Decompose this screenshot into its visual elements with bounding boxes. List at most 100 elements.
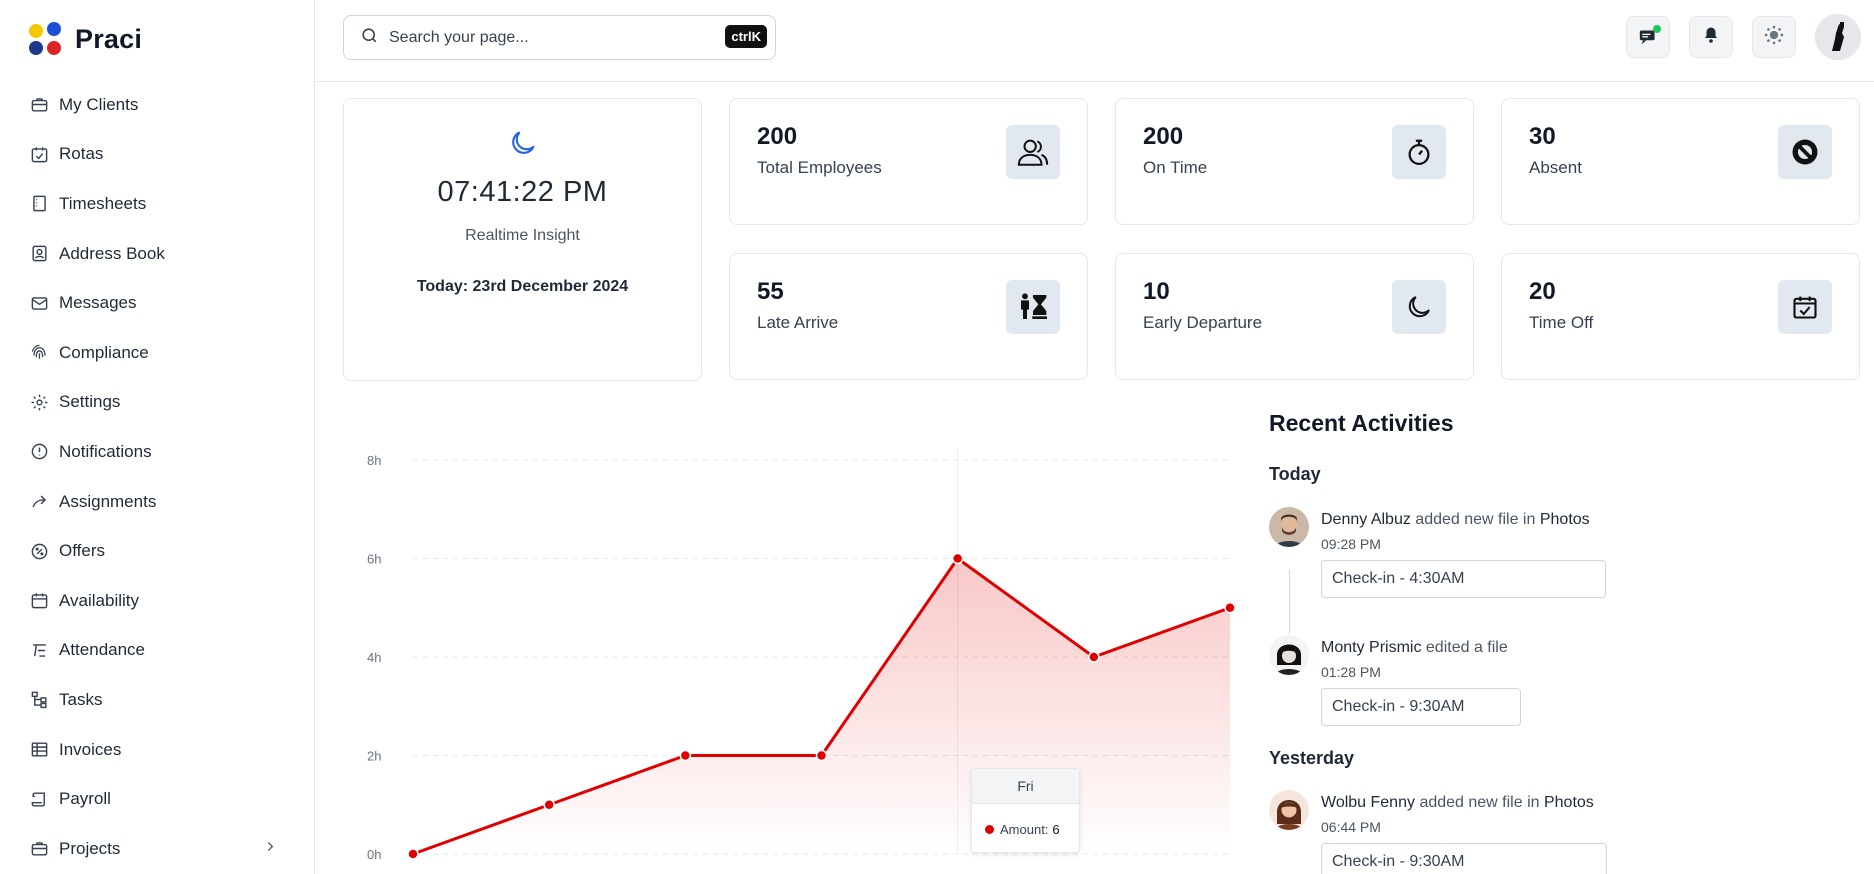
activity-user[interactable]: Denny Albuz [1321,511,1411,528]
stat-label: Time Off [1529,313,1594,332]
stat-label: On Time [1143,158,1208,177]
sidebar-item-notifications[interactable]: Notifications [0,427,315,477]
forward-arrow-icon [29,492,49,512]
activity-action: edited a file [1425,639,1508,656]
sidebar-item-settings[interactable]: Settings [0,378,315,428]
document-icon [29,194,49,214]
sidebar-item-invoices[interactable]: Invoices [0,725,315,775]
realtime-clock-card: 07:41:22 PM Realtime Insight Today: 23rd… [343,98,702,381]
sidebar-item-label: Availability [59,590,140,610]
shortcut-badge: ctrlK [725,25,767,48]
y-tick-label: 0h [367,847,381,862]
moon-icon [1392,280,1446,334]
data-point[interactable] [815,749,828,762]
theme-toggle-button[interactable] [1752,16,1796,58]
clock-time: 07:41:22 PM [437,176,608,208]
sidebar-item-messages[interactable]: Messages [0,278,315,328]
moon-icon [344,127,701,164]
sidebar-item-attendance[interactable]: Attendance [0,626,315,676]
sidebar-nav: My Clients Rotas Timesheets Address Book… [0,80,315,874]
stat-label: Absent [1529,158,1582,177]
stat-value: 20 [1529,278,1556,305]
stat-card-on-time[interactable]: 200 On Time [1115,98,1474,225]
activity-user[interactable]: Wolbu Fenny [1321,794,1415,811]
stat-label: Late Arrive [757,313,839,332]
activity-action: added new file in [1419,794,1540,811]
data-point[interactable] [951,552,964,565]
stat-card-late-arrive[interactable]: 55 Late Arrive [729,253,1088,380]
app-name: Praci [75,23,143,54]
stat-card-time-off[interactable]: 20 Time Off [1501,253,1860,380]
avatar[interactable] [1269,790,1309,830]
activity-chip[interactable]: Check-in - 9:30AM [1321,688,1521,726]
activity-target[interactable]: Photos [1540,511,1590,528]
activity-day-label: Today [1269,464,1321,484]
stat-card-absent[interactable]: 30 Absent [1501,98,1860,225]
sidebar: Praci My Clients Rotas Timesheets Addres… [0,0,315,874]
activity-text: Monty Prismic edited a file [1321,639,1508,657]
sidebar-item-tasks[interactable]: Tasks [0,675,315,725]
sidebar-item-availability[interactable]: Availability [0,576,315,626]
search-box[interactable]: ctrlK [343,15,776,60]
sidebar-item-rotas[interactable]: Rotas [0,130,315,180]
sidebar-item-projects[interactable]: Projects [0,824,315,874]
y-tick-label: 8h [367,453,381,468]
user-avatar[interactable] [1815,14,1861,60]
search-input[interactable] [389,28,719,47]
briefcase-icon [29,839,49,859]
data-point[interactable] [407,848,419,860]
calendar-check-icon [29,144,49,164]
data-point[interactable] [1224,602,1236,614]
gear-icon [29,392,49,412]
contact-book-icon [29,244,49,264]
stat-value: 55 [757,278,784,305]
activity-chip[interactable]: Check-in - 9:30AM [1321,843,1607,874]
stat-value: 200 [1143,123,1184,150]
sidebar-item-compliance[interactable]: Compliance [0,328,315,378]
chevron-right-icon[interactable] [263,839,277,858]
sidebar-item-label: My Clients [59,94,139,114]
data-point[interactable] [543,799,555,811]
avatar[interactable] [1269,507,1309,547]
stat-value: 10 [1143,278,1170,305]
data-point[interactable] [1088,651,1100,663]
alert-circle-icon [29,442,49,462]
sidebar-item-assignments[interactable]: Assignments [0,477,315,527]
discount-badge-icon [29,541,49,561]
data-point[interactable] [679,749,692,762]
fingerprint-icon [29,343,49,363]
sidebar-item-payroll[interactable]: Payroll [0,774,315,824]
hourglass-person-icon [1006,280,1060,334]
avatar[interactable] [1269,635,1309,675]
messages-button[interactable] [1626,16,1670,58]
sidebar-item-timesheets[interactable]: Timesheets [0,179,315,229]
sidebar-item-address-book[interactable]: Address Book [0,229,315,279]
stat-label: Total Employees [757,158,882,177]
logo[interactable]: Praci [29,22,142,56]
chat-icon [1638,25,1661,46]
activity-target[interactable]: Photos [1544,794,1594,811]
sidebar-item-label: Messages [59,293,137,313]
activity-text: Denny Albuz added new file in Photos [1321,511,1590,529]
online-dot [1653,25,1661,33]
stat-value: 30 [1529,123,1556,150]
sidebar-item-label: Rotas [59,144,104,164]
chart-tooltip: Fri Amount: 6 [971,768,1080,853]
sidebar-item-label: Tasks [59,689,103,709]
sidebar-item-label: Offers [59,541,105,561]
stat-card-total-employees[interactable]: 200 Total Employees [729,98,1088,225]
notifications-button[interactable] [1689,16,1733,58]
sidebar-item-offers[interactable]: Offers [0,526,315,576]
activity-day-label: Yesterday [1269,748,1355,768]
top-header: ctrlK [316,0,1874,82]
hierarchy-icon [29,690,49,710]
activity-chip[interactable]: Check-in - 4:30AM [1321,560,1606,598]
activity-user[interactable]: Monty Prismic [1321,639,1421,656]
sidebar-item-my-clients[interactable]: My Clients [0,80,315,130]
calendar-icon [29,591,49,611]
stat-card-early-departure[interactable]: 10 Early Departure [1115,253,1474,380]
bell-icon [1702,25,1720,50]
tooltip-value: 6 [1052,821,1060,837]
timeline-line [1289,570,1290,634]
activity-time: 09:28 PM [1321,536,1381,552]
